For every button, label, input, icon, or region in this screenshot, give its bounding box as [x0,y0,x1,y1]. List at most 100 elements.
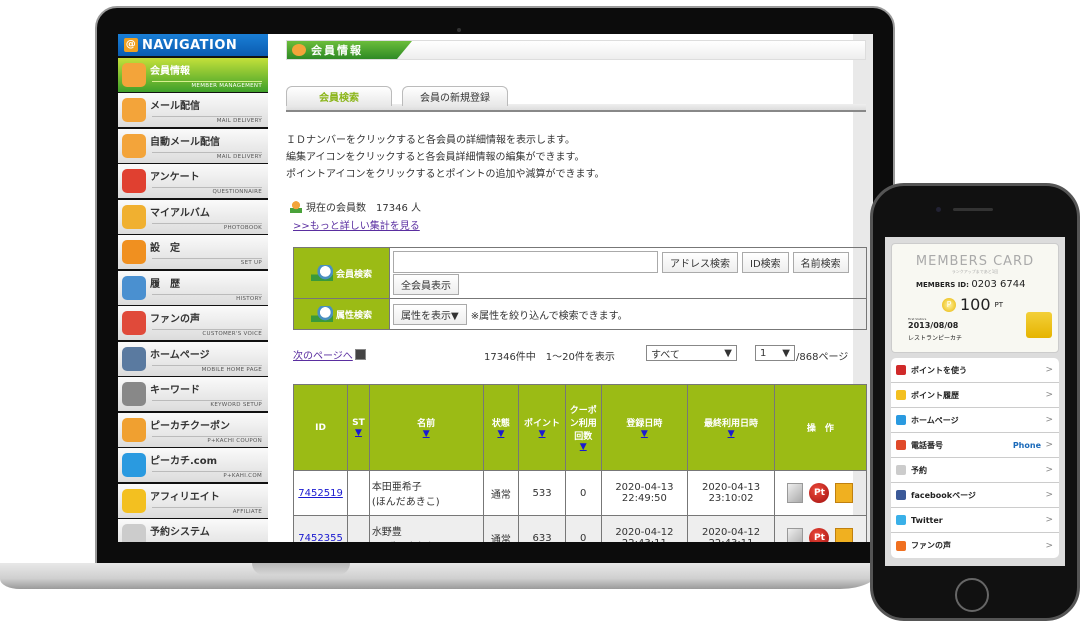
sidebar-item[interactable]: ファンの声 CUSTOMER'S VOICE [118,306,268,340]
phone-menu-item[interactable]: Twitter > [891,508,1059,533]
sidebar-item[interactable]: マイアルバム PHOTOBOOK [118,199,268,234]
pie-chart-icon [122,169,146,193]
members-table: ID ST ▼ 名前 ▼ 状態 ▼ ポイント ▼ クーポン利用回数 ▼ 登録日時 ▼ 最終利用日時 ▼ 操 作… [292,384,868,543]
card-title: MEMBERS CARD [915,254,1035,269]
points-icon[interactable]: Pt [809,483,830,503]
phone-menu-item[interactable]: 電話番号 Phone > [891,433,1059,458]
sidebar-item[interactable]: ピーカチ.com P+KAHI.COM [118,448,268,482]
column-header: ポイント ▼ [518,384,566,471]
coupon-cell: 0 [564,470,602,516]
clock-icon [122,524,146,542]
sidebar-item-sublabel: SET UP [152,258,262,266]
total-pages: /868ページ [796,352,849,363]
id-search-button[interactable]: ID検索 [742,251,789,273]
sort-icon[interactable]: ▼ [728,429,735,439]
phone-menu-label: ファンの声 [911,541,951,550]
sidebar-item[interactable]: 会員情報 MEMBER MANAGEMENT [118,57,268,92]
album-icon [122,204,146,229]
instructions: ＩＤナンバーをクリックすると各会員の詳細情報を表示します。 編集アイコンをクリッ… [286,132,605,183]
column-header-label: 状態 [491,419,510,429]
card-id-label: MEMBERS ID: [916,281,969,289]
chevron-right-icon: > [1045,490,1053,500]
tab-new-member[interactable]: 会員の新規登録 [402,86,508,106]
next-page-link[interactable]: 次のページへ [293,347,366,362]
edit-icon[interactable] [787,528,804,542]
sort-icon[interactable]: ▼ [539,429,546,439]
recycle-icon[interactable] [835,528,854,542]
card-subtitle: ランクアップまであと1回 [951,269,999,274]
recycle-icon[interactable] [835,483,854,503]
sidebar-item[interactable]: メール配信 MAIL DELIVERY [118,93,268,127]
sidebar-item-sublabel: P+KAHI.COM [152,471,262,479]
member-id-link[interactable]: 7452519 [298,488,343,499]
sidebar-item[interactable]: 予約システム RESERVE [118,519,268,542]
phone-menu-item[interactable]: ホームページ > [891,408,1059,433]
column-header-label: ST [352,417,365,428]
sidebar-item[interactable]: ホームページ MOBILE HOME PAGE [118,341,268,376]
phone-menu-value: Phone [1012,440,1041,450]
attribute-search-label: 属性検索 [294,299,390,329]
points-icon[interactable]: Pt [809,528,830,542]
member-id-link[interactable]: 7452355 [298,533,343,543]
show-all-members-button[interactable]: 全会員表示 [393,274,459,295]
edit-icon[interactable] [787,483,804,503]
sidebar-item-sublabel: HISTORY [152,293,262,302]
member-search-label: 会員検索 [294,248,390,298]
laptop: @ NAVIGATION 会員情報 MEMBER MANAGEMENT メール配… [95,6,895,566]
filter-select[interactable]: すべて ▼ [646,345,737,361]
sidebar-item-sublabel: QUESTIONNAIRE [152,187,262,195]
phone-menu-item[interactable]: ポイント履歴 > [891,383,1059,408]
chevron-down-icon: ▼ [782,347,790,359]
sort-icon[interactable]: ▼ [355,428,362,438]
facebook-icon [896,490,906,500]
phone-menu-label: 電話番号 [911,440,943,450]
card-points-unit: PT [994,300,1004,309]
gift-icon [896,365,906,375]
name-search-button[interactable]: 名前検索 [792,251,849,273]
voice-icon [896,540,906,551]
phone-menu-item[interactable]: 予約 > [891,458,1059,483]
twitter-icon [896,515,906,525]
sort-icon[interactable]: ▼ [641,429,648,439]
page-select-value: 1 [760,347,767,359]
sidebar-item-label: ホームページ [150,349,210,361]
nav-header-title: NAVIGATION [142,37,238,53]
card-points: P 100 PT [942,295,1003,314]
sort-icon[interactable]: ▼ [497,429,504,439]
sidebar-item[interactable]: 履 歴 HISTORY [118,270,268,305]
smartphone: MEMBERS CARD ランクアップまであと1回 MEMBERS ID: 02… [870,183,1080,621]
detailed-stats-link[interactable]: >>もっと詳しい集計を見る [293,217,420,232]
sidebar-item[interactable]: アフィリエイト AFFILIATE [118,483,268,518]
member-search-input[interactable] [393,251,658,273]
sidebar-item[interactable]: 設 定 SET UP [118,235,268,269]
members-icon [292,44,306,56]
laptop-screen: @ NAVIGATION 会員情報 MEMBER MANAGEMENT メール配… [118,34,873,542]
last-used-cell: 2020-04-13 23:10:02 [687,470,775,516]
chevron-right-icon: > [1045,540,1053,551]
card-id-value: 0203 6744 [971,279,1026,290]
home-button[interactable] [955,578,989,612]
sidebar-item[interactable]: キーワード KEYWORD SETUP [118,377,268,411]
page-select[interactable]: 1 ▼ [755,345,795,361]
chevron-right-icon: > [1045,365,1053,375]
sidebar-item[interactable]: ピーカチクーポン P+KACHI COUPON [118,412,268,447]
sidebar-item-label: キーワード [150,385,200,396]
member-count-text: 現在の会員数 17346 人 [306,203,421,214]
phone-menu-item[interactable]: facebookページ > [891,483,1059,508]
phone-menu: ポイントを使う > ポイント履歴 > ホームページ > 電話番号 Phone >… [891,358,1059,558]
next-page-text[interactable]: 次のページへ [293,347,353,362]
sort-icon[interactable]: ▼ [580,442,587,452]
tab-member-search[interactable]: 会員検索 [286,86,392,106]
phone-menu-item[interactable]: ポイントを使う > [891,358,1059,383]
monitor-icon [122,453,146,477]
sidebar-item-label: 自動メール配信 [150,136,220,148]
address-search-button[interactable]: アドレス検索 [662,251,738,273]
sidebar-item-sublabel: MOBILE HOME PAGE [152,364,262,373]
phone-menu-item[interactable]: ファンの声 > [891,533,1059,558]
next-arrow-icon[interactable] [354,349,366,360]
show-attributes-button[interactable]: 属性を表示▼ [393,304,467,325]
sidebar-item[interactable]: アンケート QUESTIONNAIRE [118,164,268,198]
table-row: 7452519 本田亜希子 (ほんだあきこ) 通常 533 0 2020-04-1… [292,470,868,516]
sidebar-item[interactable]: 自動メール配信 MAIL DELIVERY [118,128,268,163]
sort-icon[interactable]: ▼ [423,429,430,439]
